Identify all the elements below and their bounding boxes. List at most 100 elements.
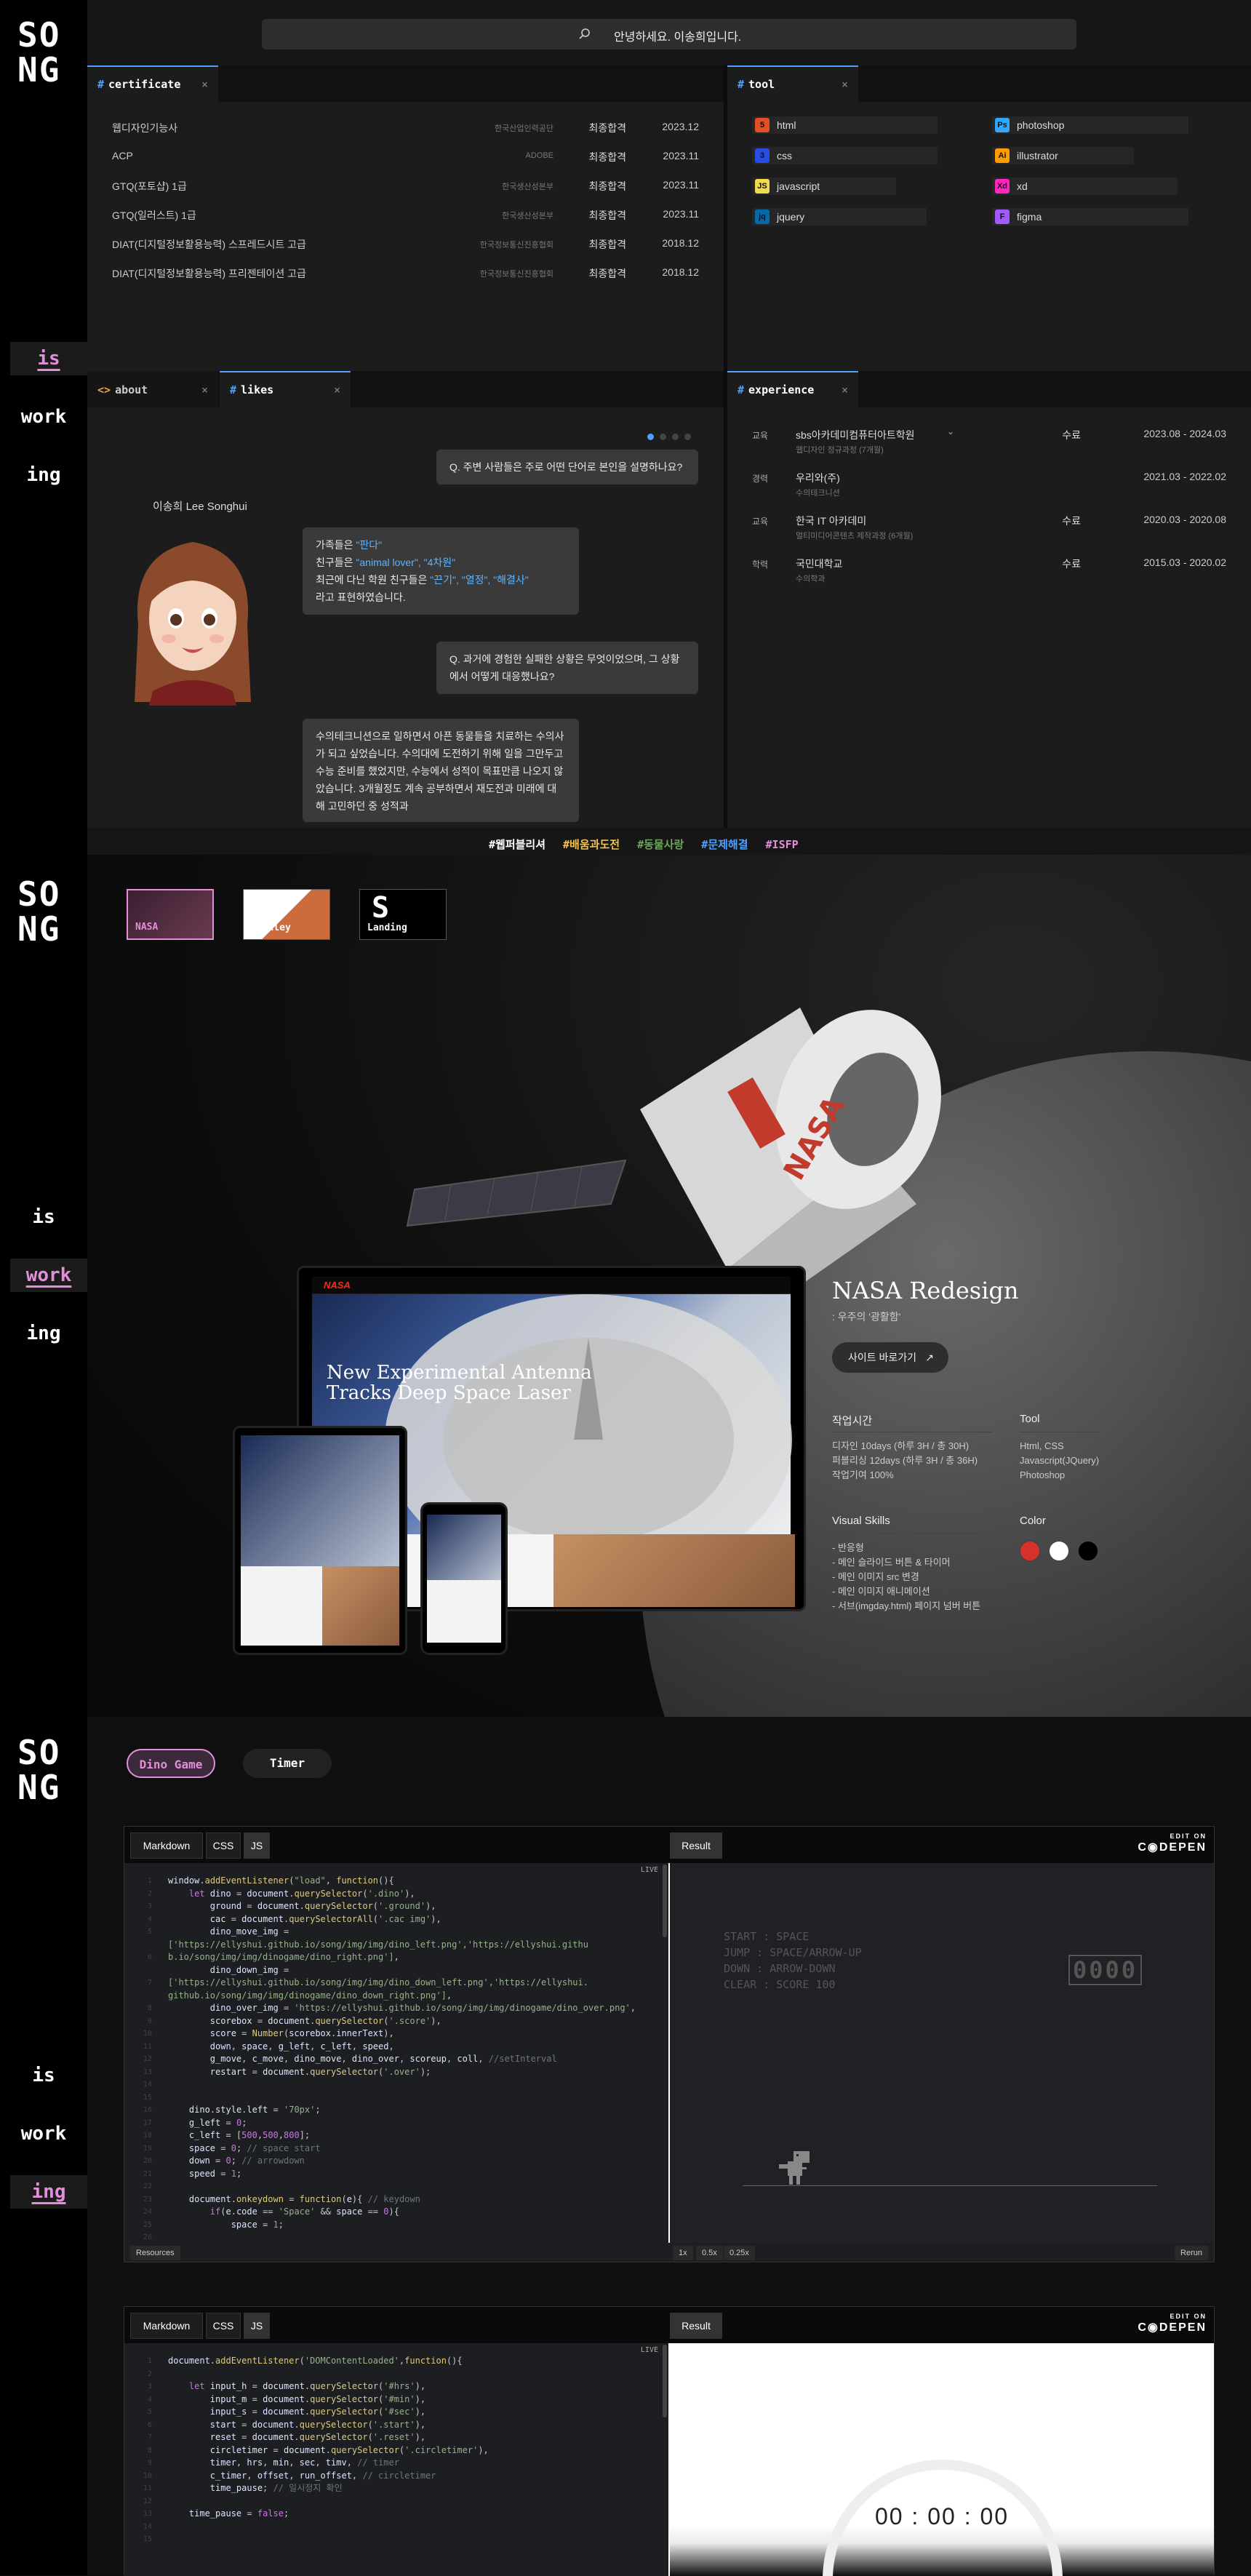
cert-row: 웹디자인기능사 한국산업인력공단 최종합격 2023.12 xyxy=(112,113,699,143)
hashtag[interactable]: #문제해결 xyxy=(701,838,748,851)
close-icon[interactable]: × xyxy=(201,372,208,407)
zoom-1x-button[interactable]: 1x xyxy=(673,2246,693,2260)
logo[interactable]: SO NG xyxy=(17,17,60,87)
tool-label: figma xyxy=(1017,211,1042,223)
space-background: NASA NASA New Experimental Antenna Tracks… xyxy=(87,855,1251,1717)
cert-row: DIAT(디지털정보활용능력) 프리젠테이션 고급 한국정보통신진흥협회 최종합격 2… xyxy=(112,259,699,288)
js-code: document.addEventListener('DOMContentLoa… xyxy=(168,2356,489,2519)
cert-org: ADOBE xyxy=(525,151,553,160)
logo[interactable]: SO NG xyxy=(17,1735,60,1805)
tab-markdown[interactable]: Markdown xyxy=(130,2313,203,2339)
slider-dot[interactable] xyxy=(672,434,679,440)
close-icon[interactable]: × xyxy=(201,67,208,102)
project-thumb-stanley[interactable]: Stanley xyxy=(243,889,330,940)
hashtag[interactable]: #배움과도전 xyxy=(563,838,620,851)
tool-item-css: 3 css xyxy=(752,147,938,164)
mock-title-line2: Tracks Deep Space Laser xyxy=(327,1382,571,1404)
line-numbers: 1 2 3 4 5 6 7 8 9 10 11 12 13 14 15 16 17 18 19 20 21 22 23 24 2… xyxy=(143,1877,152,2241)
game-instructions: START : SPACE JUMP : SPACE/ARROW-UP DOWN :… xyxy=(724,1929,862,1993)
rerun-button[interactable]: Rerun xyxy=(1175,2246,1208,2260)
tab-certificate[interactable]: # certificate × xyxy=(87,65,218,102)
line-numbers: 1 2 3 4 5 6 7 8 9 10 11 12 13 14 15 xyxy=(143,2357,152,2543)
exp-status: 수료 xyxy=(1062,515,1081,527)
hashtag[interactable]: #동물사랑 xyxy=(637,838,684,851)
score-display: 0000 xyxy=(1068,1955,1143,1985)
nav-work[interactable]: work xyxy=(0,400,87,434)
codepen-dino-game: Markdown CSS JS Result EDIT ON C◉DEPEN LI… xyxy=(124,1826,1215,2262)
search-bar[interactable]: 안녕하세요. 이송희입니다. xyxy=(262,19,1076,49)
codepen-header xyxy=(124,2307,1214,2343)
skills-lines-item: - 메인 이미지 애니메이션 xyxy=(832,1586,930,1597)
chip-dino-game[interactable]: Dino Game xyxy=(127,1749,215,1778)
nav-ing[interactable]: ing xyxy=(0,1317,87,1350)
logo[interactable]: SO NG xyxy=(17,877,60,946)
exp-school: 국민대학교 xyxy=(796,558,843,570)
tool-item-photoshop: Ps photoshop xyxy=(992,116,1188,134)
tab-js[interactable]: JS xyxy=(244,2313,270,2339)
tablet-mockup xyxy=(233,1426,407,1655)
site-button[interactable]: 사이트 바로가기 ↗ xyxy=(832,1342,948,1373)
project-thumb-nasa[interactable]: NASA xyxy=(127,889,214,940)
tab-js[interactable]: JS xyxy=(244,1833,270,1859)
exp-status: 수료 xyxy=(1062,429,1081,441)
close-icon[interactable]: × xyxy=(842,372,848,407)
chevron-down-icon[interactable]: ⌄ xyxy=(947,426,954,436)
cert-result: 최종합격 xyxy=(588,180,626,192)
editor-scrollbar[interactable] xyxy=(663,2345,667,2417)
tool-item-xd: Xd xd xyxy=(992,178,1178,195)
nav-is[interactable]: is xyxy=(10,342,87,375)
slider-dot-active[interactable] xyxy=(647,434,654,440)
tab-experience[interactable]: # experience × xyxy=(727,371,858,407)
nav-is[interactable]: is xyxy=(0,2059,87,2092)
nav-work[interactable]: work xyxy=(10,1259,87,1292)
experience-row: 교육 한국 IT 아카데미 멀티미디어콘텐츠 제작과정 (6개월) 수료 2020.03… xyxy=(752,508,1226,549)
cert-result: 최종합격 xyxy=(588,239,626,250)
skills-lines: - 반응형 - 메인 슬라이드 버튼 & 타이머 - 메인 이미지 src 변경 - … xyxy=(832,1541,980,1614)
zoom-0.5x-button[interactable]: 0.5x xyxy=(696,2246,723,2260)
mock-logo: NASA xyxy=(324,1280,351,1291)
tool-label: html xyxy=(777,119,796,131)
cert-result: 최종합격 xyxy=(588,151,626,163)
slider-dot[interactable] xyxy=(684,434,691,440)
project-thumb-landing[interactable]: Landing S xyxy=(359,889,447,940)
tab-css[interactable]: CSS xyxy=(206,2313,241,2339)
tab-tool[interactable]: # tool × xyxy=(727,65,858,102)
instruction-line: CLEAR : SCORE 100 xyxy=(724,1978,836,1991)
tool-label: jquery xyxy=(777,211,805,223)
skills-lines-item: - 반응형 xyxy=(832,1542,864,1553)
tab-result[interactable]: Result xyxy=(670,2313,722,2339)
js-editor: LIVE 1 2 3 4 5 6 7 8 9 10 11 12 13 14 15 16 17 18 19 20 21 22… xyxy=(124,1863,668,2243)
exp-period: 2021.03 - 2022.02 xyxy=(1143,471,1226,482)
tab-markdown[interactable]: Markdown xyxy=(130,1833,203,1859)
resources-button[interactable]: Resources xyxy=(130,2246,180,2260)
nav-ing[interactable]: ing xyxy=(10,2175,87,2209)
time-lines: 디자인 10days (하루 3H / 총 30H) 퍼블리싱 12days (하… xyxy=(832,1439,978,1483)
tab-result[interactable]: Result xyxy=(670,1833,722,1859)
exp-school: 한국 IT 아카데미 xyxy=(796,515,867,527)
close-icon[interactable]: × xyxy=(334,372,340,407)
timer-display: 00 : 00 : 00 xyxy=(874,2503,1010,2529)
slider-dot[interactable] xyxy=(660,434,666,440)
tab-css[interactable]: CSS xyxy=(206,1833,241,1859)
editor-scrollbar[interactable] xyxy=(663,1865,667,1937)
chip-timer[interactable]: Timer xyxy=(243,1749,332,1778)
hashtag[interactable]: #ISFP xyxy=(766,838,799,851)
tab-about[interactable]: <> about × xyxy=(87,371,218,407)
search-input[interactable]: 안녕하세요. 이송희입니다. xyxy=(614,27,741,44)
arrow-up-right-icon: ↗ xyxy=(925,1352,934,1363)
tool-label: illustrator xyxy=(1017,150,1058,162)
illustrator-icon: Ai xyxy=(995,148,1010,163)
skills-lines-item: - 메인 이미지 src 변경 xyxy=(832,1571,919,1582)
nav-work[interactable]: work xyxy=(0,2117,87,2150)
cert-date: 2023.11 xyxy=(663,208,699,220)
nav-ing[interactable]: ing xyxy=(0,458,87,492)
tool-lines-item: Photoshop xyxy=(1020,1470,1066,1480)
zoom-0.25x-button[interactable]: 0.25x xyxy=(724,2246,755,2260)
hashtag[interactable]: #웹퍼블리셔 xyxy=(489,838,545,851)
close-icon[interactable]: × xyxy=(842,67,848,102)
thumb-label: Stanley xyxy=(251,922,291,933)
cert-org: 한국생산성본부 xyxy=(502,212,553,220)
thumb-label: NASA xyxy=(135,922,159,933)
nav-is[interactable]: is xyxy=(0,1200,87,1234)
tab-likes[interactable]: # likes × xyxy=(220,371,351,407)
